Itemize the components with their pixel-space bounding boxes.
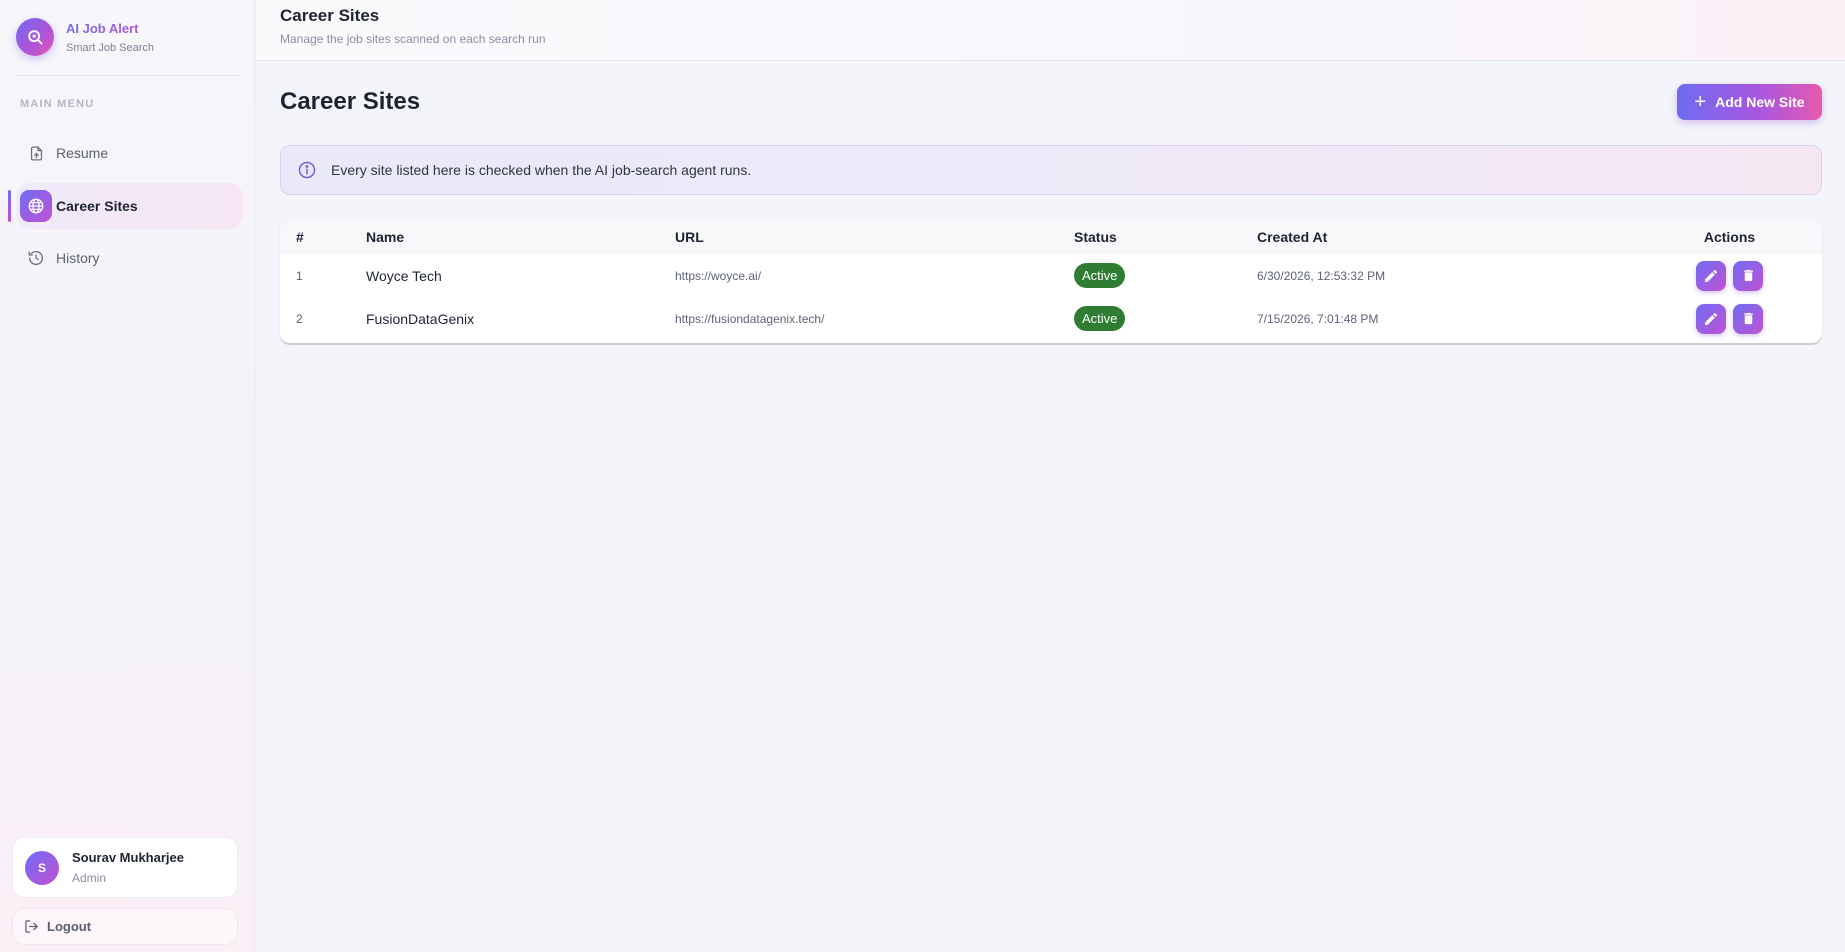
- history-icon: [20, 242, 52, 274]
- pencil-icon: [1704, 269, 1717, 282]
- table-row: 2 FusionDataGenix https://fusiondatageni…: [280, 297, 1822, 340]
- row-number: 2: [296, 311, 303, 326]
- active-indicator: [8, 190, 11, 222]
- user-role: Admin: [72, 871, 107, 885]
- header-subtitle: Manage the job sites scanned on each sea…: [280, 32, 546, 46]
- column-header-name[interactable]: Name: [366, 220, 675, 254]
- row-number: 1: [296, 268, 303, 283]
- delete-button[interactable]: [1733, 260, 1764, 291]
- sidebar-item-label: Career Sites: [56, 198, 138, 214]
- site-name: Woyce Tech: [366, 267, 442, 284]
- plus-icon: +: [1694, 91, 1707, 113]
- table-header-row: # Name URL Status Created At Actions: [280, 220, 1822, 254]
- avatar: S: [25, 850, 59, 885]
- site-url[interactable]: https://fusiondatagenix.tech/: [675, 297, 1074, 340]
- edit-button[interactable]: [1695, 260, 1726, 291]
- career-sites-table: # Name URL Status Created At Actions 1 W…: [280, 220, 1822, 343]
- info-icon: [297, 160, 317, 180]
- column-header-created-at[interactable]: Created At: [1257, 220, 1637, 254]
- table-row: 1 Woyce Tech https://woyce.ai/ Active 6/…: [280, 254, 1822, 297]
- edit-button[interactable]: [1695, 303, 1726, 334]
- header-title: Career Sites: [280, 6, 380, 25]
- created-at: 6/30/2026, 12:53:32 PM: [1257, 268, 1386, 283]
- sidebar-item-resume[interactable]: Resume: [20, 130, 243, 176]
- page-title: Career Sites: [280, 88, 421, 115]
- column-header-status[interactable]: Status: [1074, 220, 1257, 254]
- logout-label: Logout: [47, 919, 92, 934]
- status-badge: Active: [1074, 263, 1126, 288]
- sidebar: AI Job Alert Smart Job Search MAIN MENU …: [0, 0, 255, 952]
- site-name: FusionDataGenix: [366, 310, 475, 327]
- menu-heading: MAIN MENU: [20, 98, 95, 110]
- add-new-site-button[interactable]: + Add New Site: [1677, 84, 1822, 120]
- file-upload-icon: [20, 137, 52, 169]
- column-header-actions: Actions: [1703, 229, 1756, 245]
- sidebar-item-career-sites[interactable]: Career Sites: [16, 183, 243, 229]
- trash-icon: [1743, 312, 1753, 325]
- brand-title: AI Job Alert: [66, 21, 154, 37]
- search-logo-icon: [16, 18, 54, 56]
- user-card[interactable]: S Sourav Mukharjee Admin: [12, 837, 238, 898]
- sidebar-item-label: Resume: [56, 145, 109, 161]
- info-banner: Every site listed here is checked when t…: [280, 145, 1822, 195]
- globe-icon: [20, 190, 52, 222]
- top-header: Career Sites Manage the job sites scanne…: [256, 0, 1845, 61]
- logout-button[interactable]: Logout: [12, 908, 238, 945]
- brand[interactable]: AI Job Alert Smart Job Search: [16, 18, 154, 56]
- trash-icon: [1743, 269, 1753, 282]
- add-new-site-label: Add New Site: [1715, 94, 1805, 110]
- column-header-number: #: [296, 229, 304, 245]
- status-badge: Active: [1074, 306, 1126, 331]
- logout-icon: [24, 919, 39, 934]
- sidebar-divider: [16, 75, 238, 76]
- delete-button[interactable]: [1733, 303, 1764, 334]
- sidebar-item-history[interactable]: History: [20, 235, 243, 281]
- site-url[interactable]: https://woyce.ai/: [675, 254, 1074, 297]
- sidebar-item-label: History: [56, 250, 100, 266]
- column-header-url[interactable]: URL: [675, 220, 1074, 254]
- user-name: Sourav Mukharjee: [72, 850, 184, 865]
- brand-subtitle: Smart Job Search: [66, 41, 155, 54]
- pencil-icon: [1704, 312, 1717, 325]
- info-text: Every site listed here is checked when t…: [331, 162, 752, 178]
- created-at: 7/15/2026, 7:01:48 PM: [1257, 311, 1379, 326]
